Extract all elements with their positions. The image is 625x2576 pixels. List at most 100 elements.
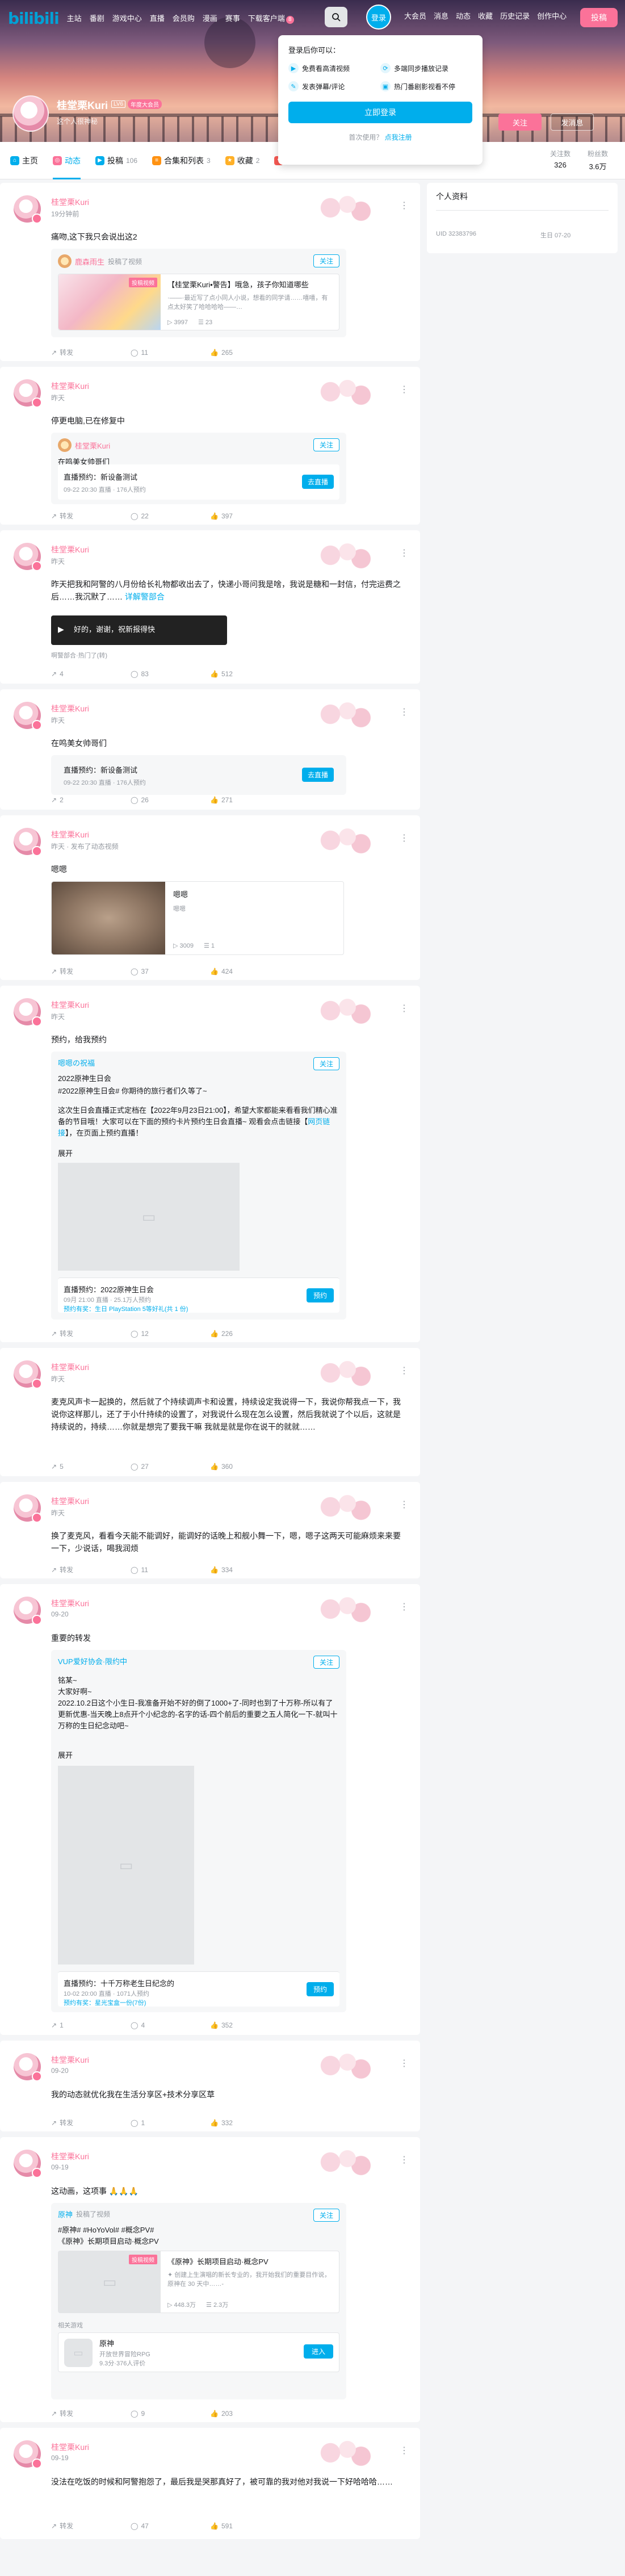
repost-card[interactable]: 嗯嗯の祝福 关注 2022原神生日会 #2022原神生日会# 你期待的旅行者们久… — [51, 1052, 346, 1320]
more-icon[interactable]: ⋮ — [400, 1601, 409, 1612]
more-icon[interactable]: ⋮ — [400, 547, 409, 559]
author-name[interactable]: 桂堂栗Kuri — [51, 1362, 89, 1373]
go-live-button[interactable]: 去直播 — [301, 768, 334, 782]
comment-button[interactable]: ◯ 27 — [131, 1463, 210, 1471]
repost-author[interactable]: 嗯嗯の祝福 — [58, 1057, 95, 1068]
author-name[interactable]: 桂堂栗Kuri — [51, 2441, 89, 2453]
author-avatar[interactable] — [14, 998, 42, 1027]
nav-anime[interactable]: 番剧 — [90, 12, 104, 24]
repost-author[interactable]: 原神 — [58, 2209, 73, 2219]
author-name[interactable]: 桂堂栗Kuri — [51, 544, 89, 555]
nav-main[interactable]: 主站 — [67, 12, 82, 24]
author-name[interactable]: 桂堂栗Kuri — [51, 1598, 89, 1609]
share-button[interactable]: ↗ 转发 — [51, 2521, 131, 2531]
share-button[interactable]: ↗ 4 — [51, 670, 131, 678]
repost-author[interactable]: VUP爱好协会·限约中 — [58, 1656, 127, 1666]
comment-button[interactable]: ◯ 22 — [131, 511, 210, 521]
nav-manga[interactable]: 漫画 — [203, 12, 217, 24]
share-button[interactable]: ↗ 转发 — [51, 966, 131, 976]
more-icon[interactable]: ⋮ — [400, 2058, 409, 2069]
more-icon[interactable]: ⋮ — [400, 2445, 409, 2456]
author-avatar[interactable] — [14, 828, 42, 856]
author-avatar[interactable] — [14, 195, 42, 224]
author-name[interactable]: 桂堂栗Kuri — [51, 2054, 89, 2066]
send-message-button[interactable]: 发消息 — [551, 114, 594, 131]
share-button[interactable]: ↗ 转发 — [51, 1565, 131, 1574]
repost-tags[interactable]: #原神# #HoYoVol# #概念PV# — [58, 2225, 339, 2236]
repost-card[interactable]: 鹿森雨生 投稿了视频 关注 投稿视频 【桂堂栗Kuri•警告】哦急，孩子你知道哪些… — [51, 249, 346, 337]
author-name[interactable]: 桂堂栗Kuri — [51, 1496, 89, 1507]
following-count[interactable]: 关注数 326 — [550, 149, 571, 171]
login-now-button[interactable]: 立即登录 — [288, 102, 472, 123]
like-button[interactable]: 👍 226 — [210, 1329, 290, 1338]
comment-button[interactable]: ◯ 47 — [131, 2521, 210, 2531]
share-button[interactable]: ↗ 转发 — [51, 2409, 131, 2418]
reserve-prize-link[interactable]: 预约有奖：生日 PlayStation 5等好礼(共 1 份) — [64, 1304, 188, 1313]
like-button[interactable]: 👍 424 — [210, 966, 290, 976]
author-name[interactable]: 桂堂栗Kuri — [51, 196, 89, 208]
repost-follow-button[interactable]: 关注 — [313, 2209, 339, 2222]
comment-button[interactable]: ◯ 11 — [131, 347, 210, 357]
repost-card[interactable]: VUP爱好协会·限约中 关注 铭某~ 大家好啊~ 2022.10.2日这个小生日… — [51, 1650, 346, 2012]
like-button[interactable]: 👍 332 — [210, 2118, 290, 2127]
author-avatar[interactable] — [14, 702, 42, 730]
follower-count[interactable]: 粉丝数 3.6万 — [588, 149, 608, 171]
repost-topic[interactable]: 2022原神生日会 — [58, 1073, 339, 1084]
comment-button[interactable]: ◯ 9 — [131, 2409, 210, 2418]
author-avatar[interactable] — [14, 379, 42, 408]
share-button[interactable]: ↗ 转发 — [51, 511, 131, 521]
more-icon[interactable]: ⋮ — [400, 1499, 409, 1510]
repost-author[interactable]: 鹿森雨生 — [75, 256, 104, 267]
repost-follow-button[interactable]: 关注 — [313, 438, 339, 451]
author-name[interactable]: 桂堂栗Kuri — [51, 380, 89, 392]
author-name[interactable]: 桂堂栗Kuri — [51, 999, 89, 1011]
author-avatar[interactable] — [14, 2440, 42, 2469]
live-reservation-card[interactable]: 直播预约：新设备测试 09-22 20:30 直播 · 176人预约 去直播 — [58, 464, 339, 500]
author-name[interactable]: 桂堂栗Kuri — [51, 829, 89, 840]
like-button[interactable]: 👍 397 — [210, 511, 290, 521]
more-icon[interactable]: ⋮ — [400, 706, 409, 718]
repost-card[interactable]: 直播预约：新设备测试 09-22 20:30 直播 · 176人预约 去直播 — [51, 755, 346, 795]
nav-esports[interactable]: 赛事 — [225, 12, 240, 24]
follow-button[interactable]: 关注 — [498, 114, 542, 131]
nav-mall[interactable]: 会员购 — [173, 12, 195, 24]
share-button[interactable]: ↗ 转发 — [51, 2118, 131, 2127]
reserve-button[interactable]: 预约 — [306, 1288, 334, 1302]
more-icon[interactable]: ⋮ — [400, 200, 409, 211]
profile-avatar[interactable] — [12, 95, 49, 132]
live-reservation-card[interactable]: 直播预约：十千万称老生日纪念的 10-02 20:00 直播 · 1071人预约… — [58, 1971, 339, 2007]
music-card[interactable]: 好的，谢谢，祝新报得快 ▶ — [51, 615, 227, 645]
live-reservation-card[interactable]: 直播预约：新设备测试 09-22 20:30 直播 · 176人预约 去直播 — [58, 757, 339, 793]
repost-card[interactable]: 原神 投稿了视频 关注 #原神# #HoYoVol# #概念PV# 《原神》长期项… — [51, 2203, 346, 2399]
comment-button[interactable]: ◯ 4 — [131, 2021, 210, 2029]
share-button[interactable]: ↗ 转发 — [51, 347, 131, 357]
repost-follow-button[interactable]: 关注 — [313, 1057, 339, 1070]
image-placeholder-icon[interactable]: ▭ — [58, 1766, 194, 1965]
author-avatar[interactable] — [14, 2053, 42, 2081]
register-link[interactable]: 点我注册 — [385, 133, 412, 141]
nav-download-client[interactable]: 下载客户端 8 — [248, 12, 294, 24]
video-card[interactable]: 嗯嗯 嗯嗯 ▷ 3009 ☰ 1 — [51, 881, 344, 955]
more-icon[interactable]: ⋮ — [400, 832, 409, 844]
enter-game-button[interactable]: 进入 — [303, 2344, 333, 2359]
more-icon[interactable]: ⋮ — [400, 2154, 409, 2165]
like-button[interactable]: 👍 352 — [210, 2021, 290, 2029]
share-button[interactable]: ↗ 转发 — [51, 1329, 131, 1338]
game-card[interactable]: ▭ 原神 开放世界冒险RPG 9.3分·376人评价 进入 — [58, 2332, 339, 2372]
like-button[interactable]: 👍 271 — [210, 796, 290, 804]
like-button[interactable]: 👍 360 — [210, 1463, 290, 1471]
more-icon[interactable]: ⋮ — [400, 1365, 409, 1376]
author-avatar[interactable] — [14, 2150, 42, 2178]
more-icon[interactable]: ⋮ — [400, 384, 409, 395]
like-button[interactable]: 👍 512 — [210, 670, 290, 678]
comment-button[interactable]: ◯ 1 — [131, 2118, 210, 2127]
repost-follow-button[interactable]: 关注 — [313, 254, 339, 267]
like-button[interactable]: 👍 591 — [210, 2521, 290, 2531]
go-live-button[interactable]: 去直播 — [301, 475, 334, 489]
comment-button[interactable]: ◯ 11 — [131, 1565, 210, 1574]
tab-home[interactable]: ⌂ 主页 — [10, 142, 38, 179]
share-button[interactable]: ↗ 2 — [51, 796, 131, 804]
author-avatar[interactable] — [14, 543, 42, 571]
nav-game-center[interactable]: 游戏中心 — [112, 12, 142, 24]
comment-button[interactable]: ◯ 26 — [131, 796, 210, 804]
